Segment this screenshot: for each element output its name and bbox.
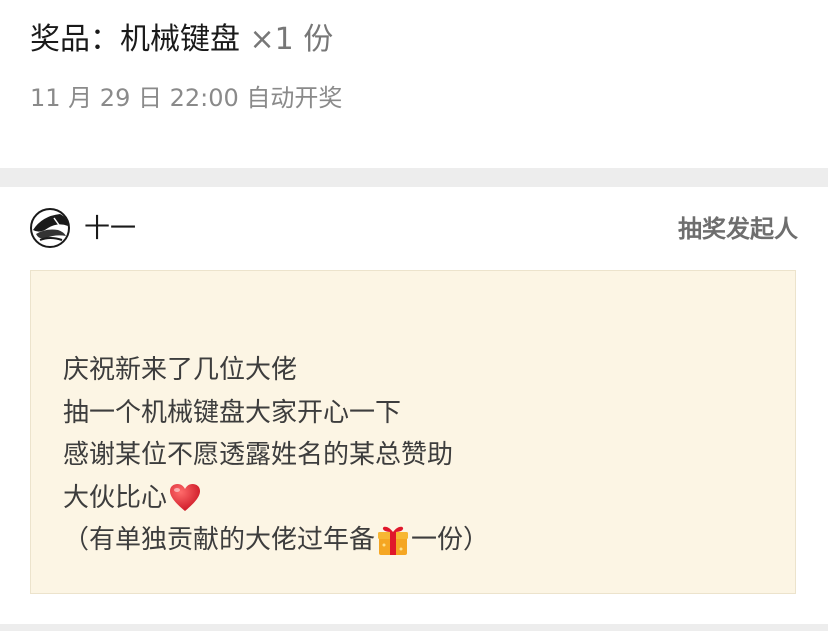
- section-divider: [0, 624, 828, 631]
- draw-time: 11 月 29 日 22:00 自动开奖: [30, 84, 343, 112]
- message-line: （有单独贡献的大佬过年备 一份）: [63, 519, 489, 562]
- organizer-name[interactable]: 十一: [84, 210, 136, 248]
- prize-title: 奖品：机械键盘 ×1 份: [30, 18, 333, 62]
- message-line-text: （有单独贡献的大佬过年备: [63, 525, 376, 555]
- message-line: 抽一个机械键盘大家开心一下: [63, 397, 402, 428]
- message-line: 感谢某位不愿透露姓名的某总赞助: [63, 440, 454, 470]
- avatar-icon[interactable]: [30, 208, 70, 248]
- section-divider: [0, 168, 828, 187]
- message-line-text: 一份）: [411, 525, 490, 555]
- message-text: 庆祝新来了几位大佬 抽一个机械键盘大家开心一下 感谢某位不愿透露姓名的某总赞助 …: [63, 349, 489, 562]
- prize-name: 奖品：机械键盘: [30, 22, 240, 57]
- organizer-role-label: 抽奖发起人: [678, 215, 798, 243]
- gift-icon: [378, 526, 409, 556]
- lottery-page: 奖品：机械键盘 ×1 份 11 月 29 日 22:00 自动开奖 十一 抽奖发…: [0, 0, 828, 631]
- heart-icon: [170, 483, 201, 511]
- message-line: 大伙比心: [63, 477, 489, 520]
- message-line: 庆祝新来了几位大佬: [63, 355, 298, 385]
- prize-quantity: ×1 份: [249, 22, 334, 57]
- message-line-text: 大伙比心: [63, 482, 168, 513]
- message-card: 庆祝新来了几位大佬 抽一个机械键盘大家开心一下 感谢某位不愿透露姓名的某总赞助 …: [30, 270, 796, 594]
